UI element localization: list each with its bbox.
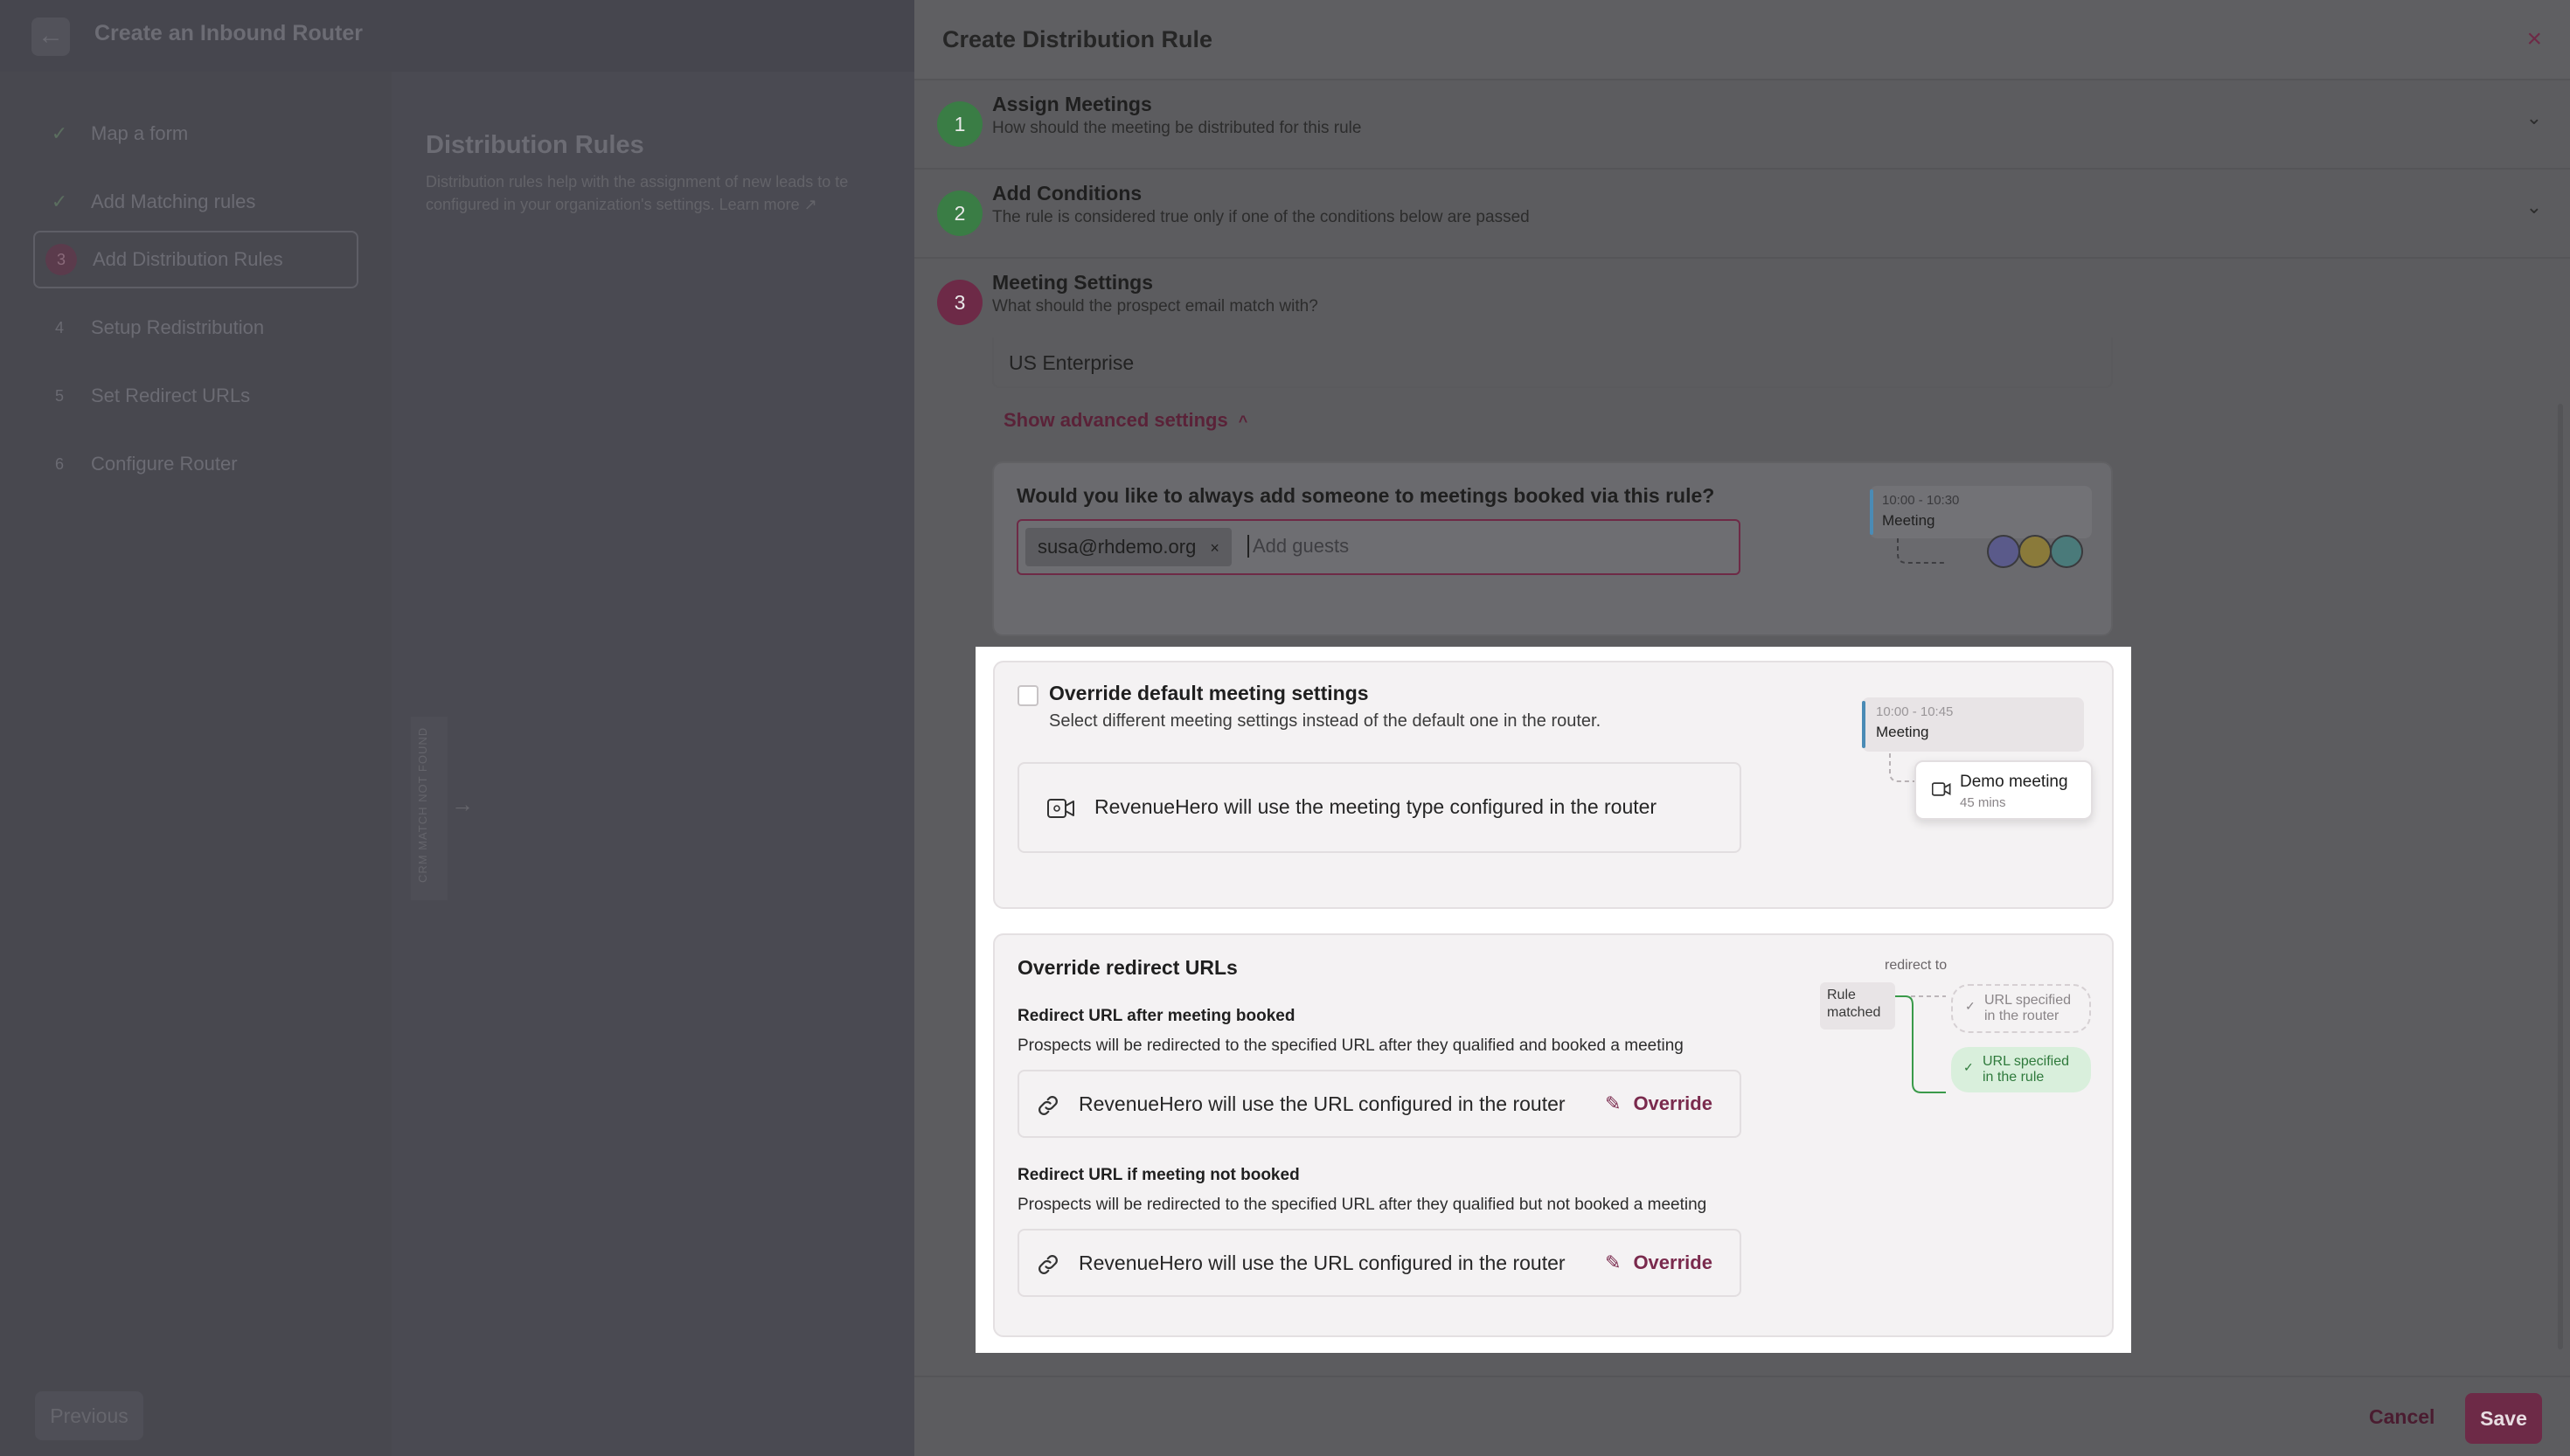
step-label: Add Matching rules	[91, 191, 256, 212]
remove-chip-icon[interactable]: ×	[1210, 539, 1219, 557]
info-text: RevenueHero will use the URL configured …	[1079, 1251, 1566, 1274]
meeting-type-info: RevenueHero will use the meeting type co…	[1018, 762, 1741, 853]
team-select[interactable]: US Enterprise	[992, 337, 2113, 388]
chevron-down-icon[interactable]: ⌄	[2526, 196, 2542, 218]
step-label: Setup Redistribution	[91, 316, 265, 338]
section-description: Distribution rules help with the assignm…	[426, 173, 849, 213]
step-number: 1	[937, 101, 983, 147]
guests-placeholder: Add guests	[1247, 535, 1349, 558]
override-redirect-card: Override redirect URLs Redirect URL afte…	[993, 933, 2114, 1337]
notbooked-url-desc: Prospects will be redirected to the spec…	[1018, 1196, 1707, 1214]
check-icon: ✓	[1963, 1060, 1974, 1074]
booked-url-title: Redirect URL after meeting booked	[1018, 1007, 1295, 1025]
card-title: Override redirect URLs	[1018, 956, 1238, 979]
background-page: ← Create an Inbound Router ✓ Map a form …	[0, 0, 914, 1456]
avatar	[2050, 535, 2083, 568]
add-guests-card: Would you like to always add someone to …	[992, 461, 2113, 636]
step-label: Set Redirect URLs	[91, 385, 251, 406]
card-title: Override default meeting settings	[1049, 682, 1369, 704]
step-label: Map a form	[91, 122, 189, 144]
section-title: Assign Meetings	[992, 93, 1152, 115]
page-title: Create an Inbound Router	[94, 21, 363, 45]
step-label: Configure Router	[91, 453, 238, 475]
step-number: 3	[937, 280, 983, 325]
step-number: 5	[54, 387, 64, 405]
step-matching-rules[interactable]: ✓ Add Matching rules	[33, 173, 358, 231]
section-meeting-settings: 3 Meeting Settings What should the prosp…	[914, 259, 2570, 348]
info-text: RevenueHero will use the meeting type co…	[1094, 795, 1657, 818]
chevron-up-icon: ^	[1238, 413, 1248, 430]
router-url-pill: ✓ URL specified in the router	[1951, 984, 2091, 1033]
connector-line	[1897, 538, 1947, 564]
override-notbooked-url-button[interactable]: ✎ Override	[1605, 1251, 1712, 1274]
video-icon	[1047, 799, 1074, 818]
info-text: RevenueHero will use the URL configured …	[1079, 1092, 1566, 1115]
override-booked-url-button[interactable]: ✎ Override	[1605, 1092, 1712, 1115]
section-subtitle: The rule is considered true only if one …	[992, 208, 1530, 226]
video-icon	[1932, 782, 1951, 796]
modal-footer: Cancel Save	[914, 1376, 2570, 1456]
step-number: 4	[54, 319, 64, 336]
previous-button[interactable]: Previous	[35, 1391, 143, 1440]
save-button[interactable]: Save	[2465, 1393, 2542, 1444]
modal-title: Create Distribution Rule	[942, 26, 1213, 52]
highlighted-region: Override default meeting settings Select…	[976, 647, 2131, 1353]
check-icon: ✓	[1965, 999, 1976, 1013]
step-number: 6	[54, 455, 64, 473]
avatar	[1987, 535, 2020, 568]
rule-matched-box: Rule matched	[1820, 982, 1895, 1030]
section-subtitle: What should the prospect email match wit…	[992, 297, 1318, 315]
steps-sidebar: ✓ Map a form ✓ Add Matching rules 3 Add …	[0, 72, 392, 1456]
meeting-illustration: 10:00 - 10:45 Meeting	[1862, 697, 2084, 752]
check-icon: ✓	[51, 122, 68, 144]
notbooked-url-title: Redirect URL if meeting not booked	[1018, 1166, 1300, 1184]
modal-header: Create Distribution Rule ×	[914, 0, 2570, 80]
scrollbar[interactable]	[2558, 404, 2563, 1349]
arrow-right-icon: →	[451, 791, 474, 817]
meeting-illustration: 10:00 - 10:30 Meeting	[1870, 486, 2092, 538]
guest-chip: susa@rhdemo.org ×	[1025, 528, 1232, 566]
card-subtitle: Select different meeting settings instea…	[1049, 711, 1601, 731]
pencil-icon: ✎	[1605, 1251, 1622, 1273]
link-icon	[1038, 1255, 1058, 1274]
booked-url-info: RevenueHero will use the URL configured …	[1018, 1070, 1741, 1138]
step-redirect-urls[interactable]: 5 Set Redirect URLs	[33, 367, 358, 425]
step-configure-router[interactable]: 6 Configure Router	[33, 435, 358, 493]
advanced-settings-toggle[interactable]: Show advanced settings ^	[1004, 409, 1247, 432]
override-meeting-card: Override default meeting settings Select…	[993, 661, 2114, 909]
step-map-form[interactable]: ✓ Map a form	[33, 105, 358, 163]
back-arrow-icon[interactable]: ←	[31, 17, 70, 56]
step-redistribution[interactable]: 4 Setup Redistribution	[33, 299, 358, 357]
section-assign-meetings[interactable]: 1 Assign Meetings How should the meeting…	[914, 80, 2570, 170]
step-label: Add Distribution Rules	[93, 248, 283, 270]
section-title: Add Conditions	[992, 182, 1143, 205]
step-number: 3	[45, 244, 77, 275]
avatar	[2018, 535, 2052, 568]
pencil-icon: ✎	[1605, 1092, 1622, 1114]
notbooked-url-info: RevenueHero will use the URL configured …	[1018, 1229, 1741, 1297]
cancel-button[interactable]: Cancel	[2369, 1405, 2435, 1429]
section-title: Meeting Settings	[992, 271, 1154, 294]
guests-question: Would you like to always add someone to …	[1017, 484, 1715, 507]
step-number: 2	[937, 191, 983, 236]
link-icon	[1038, 1096, 1058, 1115]
section-title: Distribution Rules	[426, 131, 644, 159]
crm-match-label: CRM MATCH NOT FOUND	[411, 717, 448, 900]
rule-url-pill: ✓ URL specified in the rule	[1951, 1047, 2091, 1092]
redirect-to-label: redirect to	[1885, 958, 1948, 973]
check-icon: ✓	[51, 191, 68, 212]
section-add-conditions[interactable]: 2 Add Conditions The rule is considered …	[914, 170, 2570, 259]
demo-meeting-card: Demo meeting 45 mins	[1914, 760, 2093, 820]
step-distribution-rules[interactable]: 3 Add Distribution Rules	[33, 231, 358, 288]
booked-url-desc: Prospects will be redirected to the spec…	[1018, 1037, 1684, 1055]
page-header: ← Create an Inbound Router	[0, 0, 914, 72]
guests-input[interactable]: susa@rhdemo.org × Add guests	[1017, 519, 1740, 575]
chevron-down-icon[interactable]: ⌄	[2526, 107, 2542, 129]
override-meeting-checkbox[interactable]	[1018, 685, 1038, 706]
close-icon[interactable]: ×	[2526, 24, 2542, 54]
section-subtitle: How should the meeting be distributed fo…	[992, 119, 1362, 137]
